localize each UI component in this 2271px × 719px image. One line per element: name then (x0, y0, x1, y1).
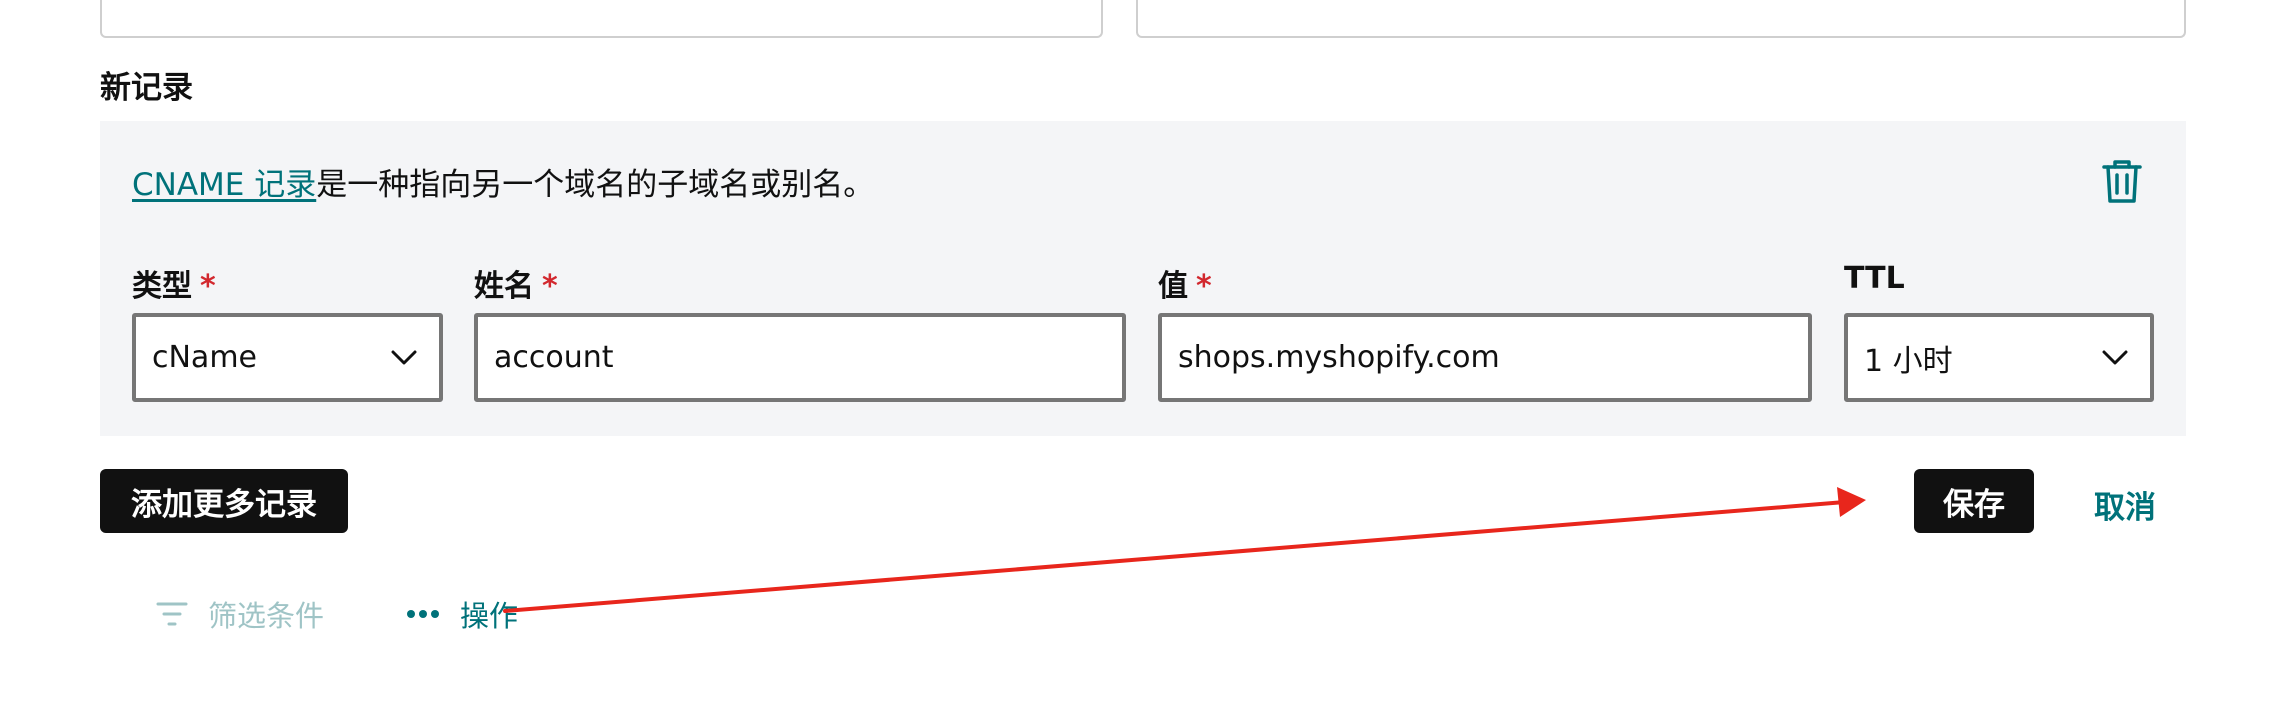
filter-icon (156, 602, 188, 626)
name-label-text: 姓名 (474, 269, 534, 304)
value-input-value: shops.myshopify.com (1178, 340, 1500, 375)
more-horizontal-icon (407, 610, 439, 618)
required-mark: * (542, 269, 558, 304)
chevron-down-icon (391, 350, 417, 364)
type-select[interactable]: cName (132, 313, 443, 402)
name-input[interactable]: account (474, 313, 1126, 402)
ttl-select[interactable]: 1 小时 (1844, 313, 2154, 402)
previous-section-box-right (1136, 0, 2186, 38)
type-label: 类型 * (132, 261, 216, 305)
type-select-value: cName (152, 340, 257, 375)
ttl-select-value: 1 小时 (1864, 343, 1953, 379)
name-label: 姓名 * (474, 261, 558, 305)
cname-record-link[interactable]: CNAME 记录 (132, 167, 316, 203)
ttl-label-text: TTL (1844, 261, 1905, 296)
new-record-panel: CNAME 记录是一种指向另一个域名的子域名或别名。 类型 * cName 姓名… (100, 121, 2186, 436)
filter-button[interactable]: 筛选条件 (156, 592, 324, 636)
previous-section-box-left (100, 0, 1103, 38)
record-description-text: 是一种指向另一个域名的子域名或别名。 (316, 167, 875, 203)
record-description: CNAME 记录是一种指向另一个域名的子域名或别名。 (132, 159, 874, 204)
add-more-records-button[interactable]: 添加更多记录 (100, 469, 348, 533)
required-mark: * (200, 269, 216, 304)
operations-button[interactable]: 操作 (406, 592, 518, 636)
operations-label: 操作 (460, 599, 519, 633)
ttl-label: TTL (1844, 261, 1905, 296)
type-label-text: 类型 (132, 269, 192, 304)
save-button[interactable]: 保存 (1914, 469, 2034, 533)
chevron-down-icon (2102, 350, 2128, 364)
name-input-value: account (494, 340, 614, 375)
required-mark: * (1196, 269, 1212, 304)
value-label-text: 值 (1158, 269, 1188, 304)
section-title: 新记录 (100, 70, 193, 106)
trash-icon[interactable] (2100, 157, 2144, 205)
filter-label: 筛选条件 (208, 599, 325, 633)
value-label: 值 * (1158, 261, 1212, 305)
cancel-button[interactable]: 取消 (2094, 482, 2156, 527)
dns-new-record-page: 新记录 CNAME 记录是一种指向另一个域名的子域名或别名。 类型 * cName (0, 0, 2271, 719)
value-input[interactable]: shops.myshopify.com (1158, 313, 1812, 402)
